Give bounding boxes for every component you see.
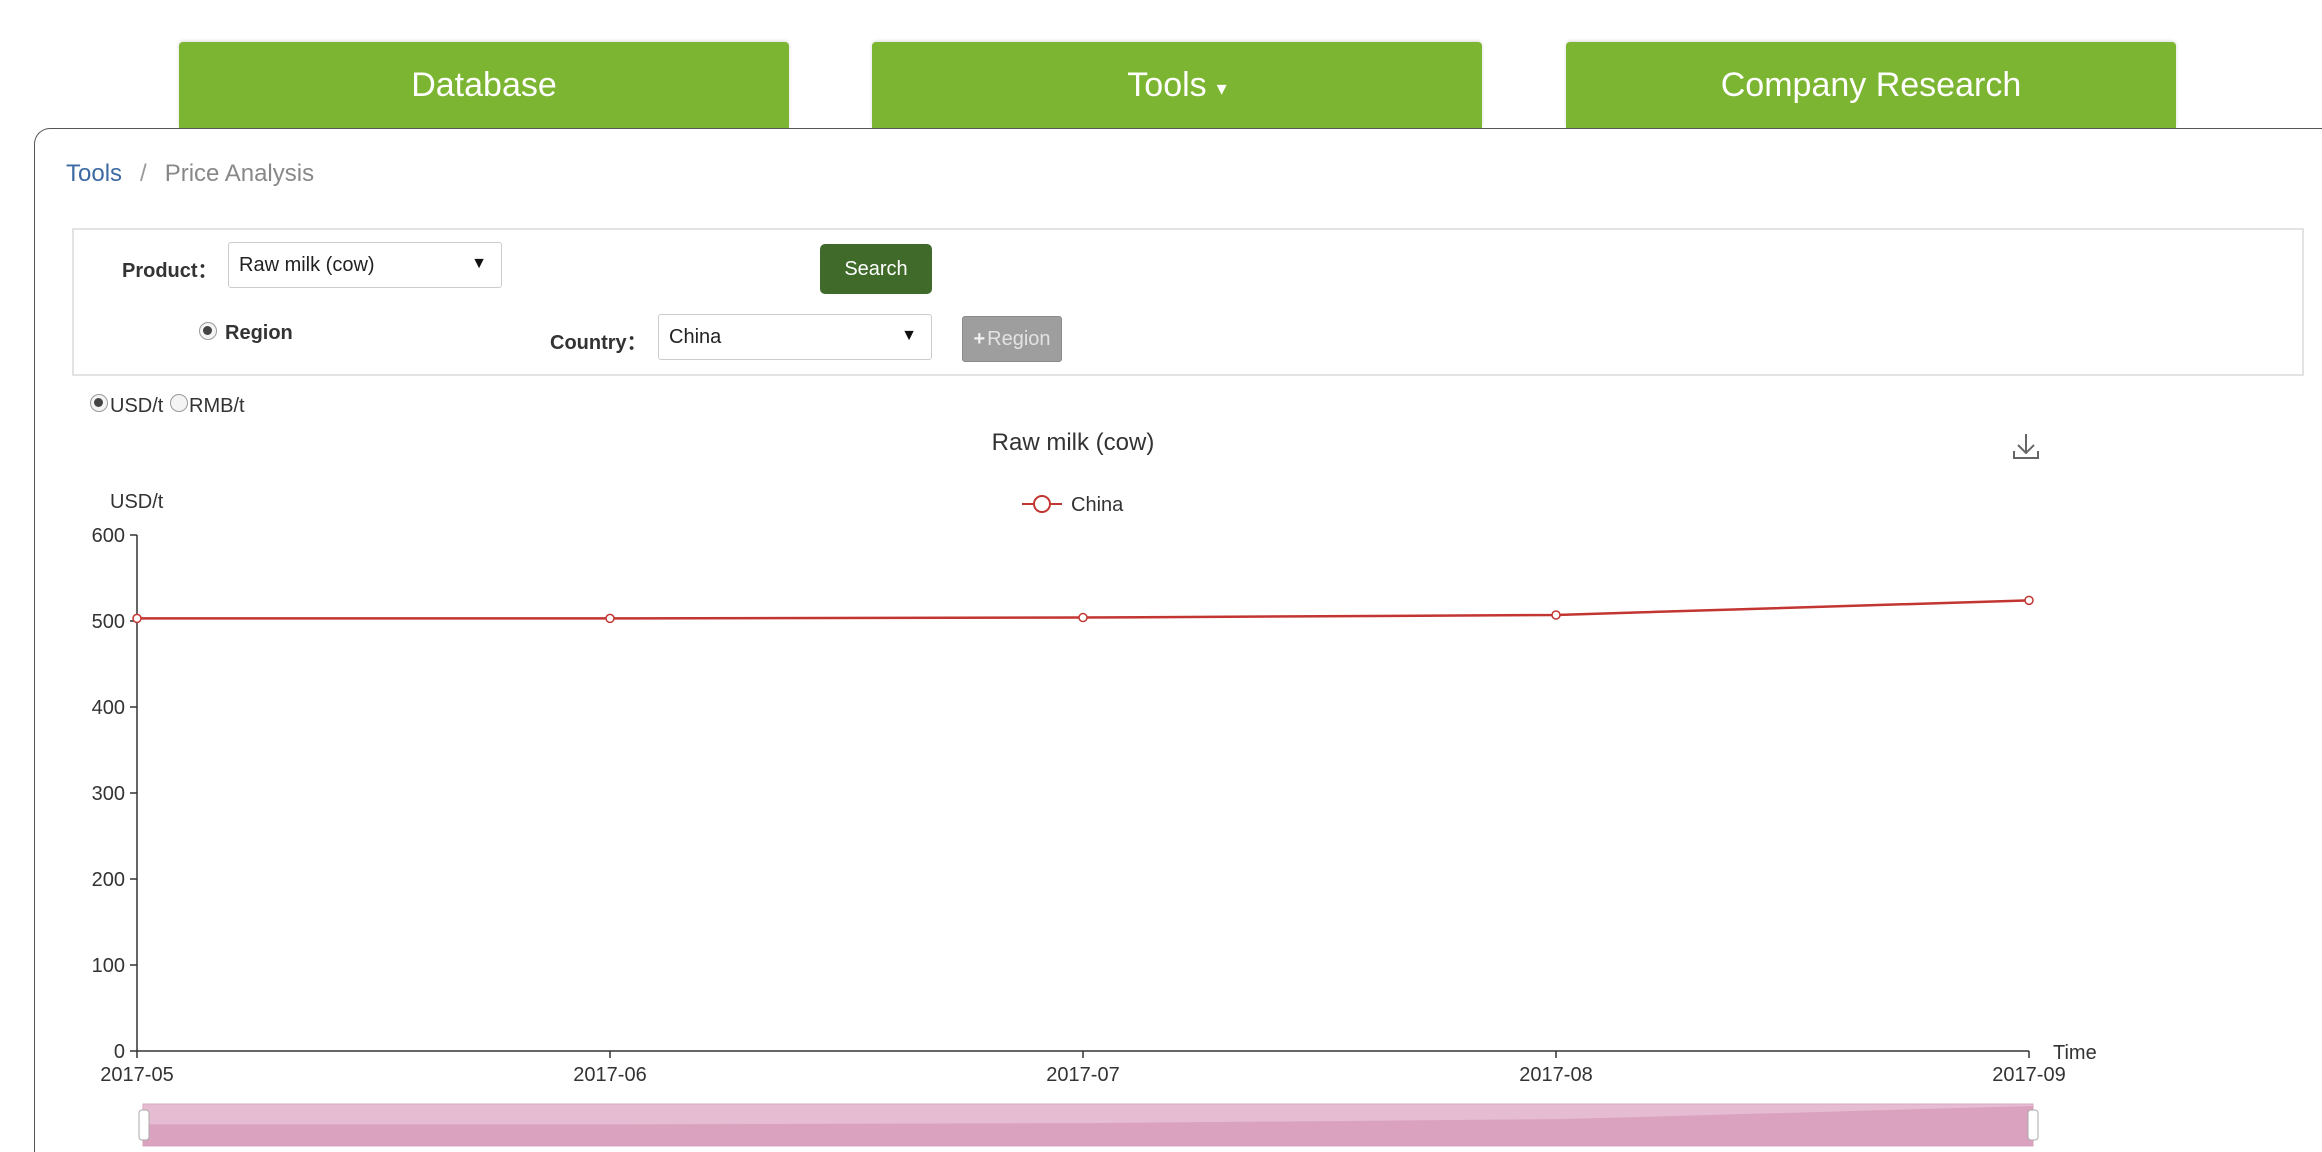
x-tick-label: 2017-05 (100, 1064, 173, 1086)
price-chart: Raw milk (cow) China USD/t Time 0 100 200 300 40… (92, 429, 2097, 1147)
x-tick-label: 2017-06 (573, 1064, 646, 1086)
y-tick-label: 200 (92, 869, 125, 891)
legend-marker (1033, 495, 1051, 513)
x-axis-label: Time (2053, 1042, 2097, 1064)
zoom-handle-right[interactable] (2027, 1109, 2039, 1141)
y-tick-label: 300 (92, 783, 125, 805)
data-point[interactable] (1551, 610, 1561, 620)
y-tick-label: 500 (92, 611, 125, 633)
chart-title: Raw milk (cow) (992, 429, 1155, 456)
zoom-handle-left[interactable] (138, 1109, 150, 1141)
x-tick-label: 2017-09 (1992, 1064, 2065, 1086)
download-icon[interactable] (2013, 434, 2039, 459)
x-tick-label: 2017-07 (1046, 1064, 1119, 1086)
y-axis-label: USD/t (110, 491, 164, 513)
legend-label: China (1071, 494, 1124, 516)
page: Database Tools ▾ Company Research Tools /… (0, 0, 2322, 1152)
y-tick-label: 0 (114, 1041, 125, 1063)
data-point[interactable] (1078, 612, 1088, 623)
y-tick-label: 400 (92, 697, 125, 719)
data-point[interactable] (132, 613, 142, 624)
data-point[interactable] (2024, 595, 2034, 606)
y-tick-label: 100 (92, 955, 125, 977)
x-tick-label: 2017-08 (1519, 1064, 1592, 1086)
data-point[interactable] (605, 613, 615, 624)
y-tick-label: 600 (92, 525, 125, 547)
